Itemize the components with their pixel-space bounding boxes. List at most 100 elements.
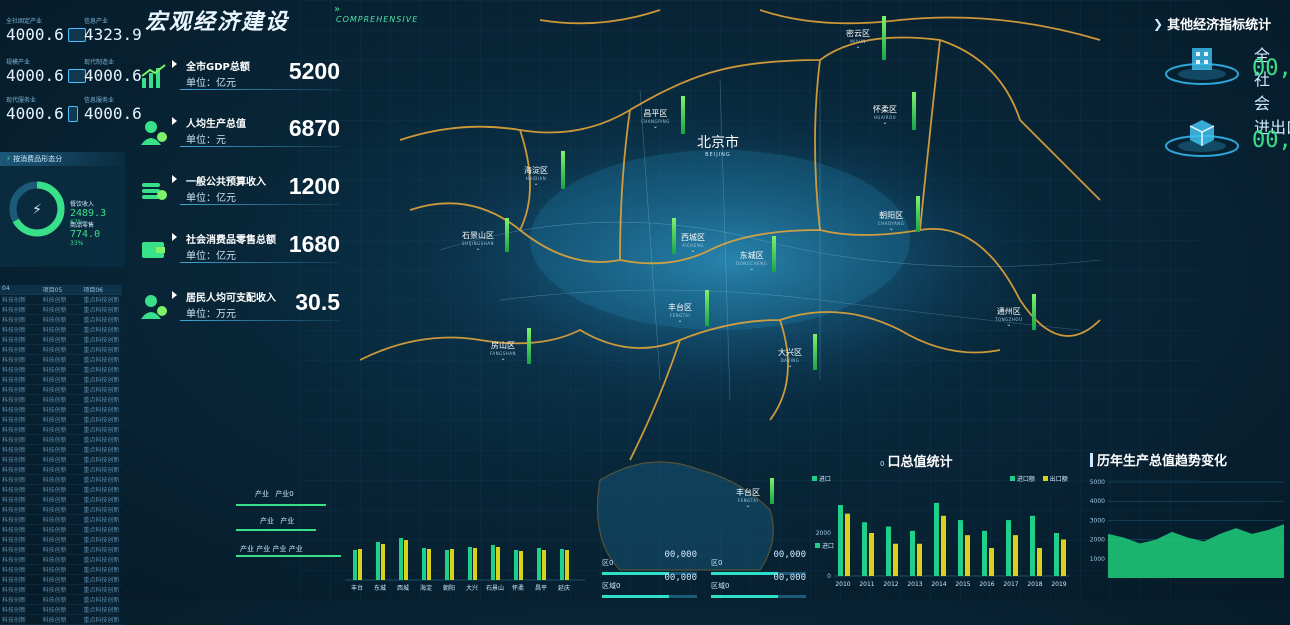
district-stat-2[interactable]: 区0 00,000: [711, 550, 806, 575]
district-daxing[interactable]: 大兴区 DAXING ⌄: [778, 347, 802, 369]
table-cell: 科技创新: [42, 307, 67, 314]
table-cell: 重点科技创新: [83, 577, 120, 584]
table-row[interactable]: 科技创新 科技创新 重点科技创新: [0, 495, 122, 505]
district-fengtai[interactable]: 丰台区 FENGTAI ⌄: [668, 302, 692, 324]
district-fangshan[interactable]: 房山区 FANGSHAN ⌄: [490, 340, 516, 362]
table-cell: 重点科技创新: [83, 367, 120, 374]
district-xicheng[interactable]: 西城区 XICHENG ⌄: [681, 232, 705, 254]
table-row[interactable]: 科技创新 科技创新 重点科技创新: [0, 315, 122, 325]
table-cell: 科技创新: [42, 587, 67, 594]
table-row[interactable]: 科技创新 科技创新 重点科技创新: [0, 415, 122, 425]
consumption-donut[interactable]: ⚡: [6, 178, 68, 240]
x-tick-label: 2018: [1027, 581, 1042, 588]
table-cell: 重点科技创新: [83, 427, 120, 434]
table-row[interactable]: 科技创新 科技创新 重点科技创新: [0, 605, 122, 615]
stat-tile-4[interactable]: 现代制造业 4000.6: [84, 57, 142, 85]
table-cell: 科技创新: [2, 337, 27, 344]
district-miyun[interactable]: 密云区 MIYUN ⌄: [846, 28, 870, 50]
table-row[interactable]: 科技创新 科技创新 重点科技创新: [0, 515, 122, 525]
stat-tile-2[interactable]: 信息产业 4323.9: [84, 16, 142, 44]
table-row[interactable]: 科技创新 科技创新 重点科技创新: [0, 535, 122, 545]
table-row[interactable]: 科技创新 科技创新 重点科技创新: [0, 345, 122, 355]
table-row[interactable]: 科技创新 科技创新 重点科技创新: [0, 455, 122, 465]
district-shijingshan[interactable]: 石景山区 SHIJINGSHAN ⌄: [462, 230, 494, 252]
table-row[interactable]: 科技创新 科技创新 重点科技创新: [0, 555, 122, 565]
gdp-trend-chart[interactable]: 1000 2000 3000 4000 5000: [1084, 474, 1288, 596]
kpi-name: 全市GDP总额: [186, 62, 250, 73]
table-row[interactable]: 科技创新 科技创新 重点科技创新: [0, 505, 122, 515]
table-cell: 科技创新: [42, 527, 67, 534]
table-cell: 科技创新: [2, 567, 27, 574]
table-cell: 重点科技创新: [83, 517, 120, 524]
table-row[interactable]: 科技创新 科技创新 重点科技创新: [0, 575, 122, 585]
stat-tile-label: 现代制造业: [84, 59, 115, 66]
district-tongzhou[interactable]: 通州区 TONGZHOU ⌄: [995, 306, 1023, 328]
stat-tile-value: 4000.6: [6, 25, 64, 44]
industry-label: 产业: [280, 517, 295, 525]
district-fengtai-mini[interactable]: 丰台区 FENGTAI ⌄: [736, 487, 760, 509]
district-name: 西城区: [681, 233, 705, 242]
table-row[interactable]: 科技创新 科技创新 重点科技创新: [0, 395, 122, 405]
table-row[interactable]: 科技创新 科技创新 重点科技创新: [0, 525, 122, 535]
table-cell: 科技创新: [42, 467, 67, 474]
table-row[interactable]: 科技创新 科技创新 重点科技创新: [0, 585, 122, 595]
indicator-social[interactable]: 全社会 00,: [1162, 40, 1290, 113]
table-cell: 科技创新: [2, 327, 27, 334]
trade-chart-title-prefix: 0: [880, 460, 885, 468]
table-row[interactable]: 科技创新 科技创新 重点科技创新: [0, 295, 122, 305]
table-row[interactable]: 科技创新 科技创新 重点科技创新: [0, 325, 122, 335]
table-row[interactable]: 科技创新 科技创新 重点科技创新: [0, 565, 122, 575]
district-chaoyang[interactable]: 朝阳区 CHAOYANG ⌄: [878, 210, 904, 232]
y-tick-label: 2000: [816, 530, 831, 537]
table-row[interactable]: 科技创新 科技创新 重点科技创新: [0, 405, 122, 415]
table-row[interactable]: 科技创新 科技创新 重点科技创新: [0, 545, 122, 555]
trade-bar-chart[interactable]: 2000 0 2010 2011 2012 2013 2014 2015 2016 2017 201…: [812, 484, 1074, 592]
table-row[interactable]: 科技创新 科技创新 重点科技创新: [0, 425, 122, 435]
project-table[interactable]: 04 项目05 项目06 科技创新 科技创新 重点科技创新 科技创新 科技创新 重点科技创…: [0, 285, 122, 625]
stat-tile-1[interactable]: 全社固定产业 4000.6: [6, 16, 86, 44]
district-stat-1[interactable]: 区0 00,000: [602, 550, 697, 575]
district-haidian[interactable]: 海淀区 HAIDIAN ⌄: [524, 165, 548, 187]
district-dongcheng[interactable]: 东城区 DONGCHENG ⌄: [736, 250, 767, 272]
box-icon: [1165, 120, 1239, 157]
tick-label: 东城: [374, 584, 386, 592]
table-row[interactable]: 科技创新 科技创新 重点科技创新: [0, 365, 122, 375]
kpi-retail-sales[interactable]: 社会消费品零售总额 单位：亿元 1680: [140, 231, 340, 275]
table-cell: 重点科技创新: [83, 307, 120, 314]
table-cell: 重点科技创新: [83, 397, 120, 404]
district-huairou[interactable]: 怀柔区 HUAIROU ⌄: [873, 104, 897, 126]
kpi-gdp[interactable]: 全市GDP总额 单位：亿元 5200: [140, 58, 340, 102]
stat-tile-6[interactable]: 信息服务业 4000.6: [84, 95, 142, 123]
table-row[interactable]: 科技创新 科技创新 重点科技创新: [0, 475, 122, 485]
table-row[interactable]: 科技创新 科技创新 重点科技创新: [0, 485, 122, 495]
table-row[interactable]: 科技创新 科技创新 重点科技创新: [0, 335, 122, 345]
stat-tile-label: 信息服务业: [84, 97, 115, 104]
stat-tile-3[interactable]: 规模产业 4000.6: [6, 57, 86, 85]
district-stat-label: 区0: [602, 559, 614, 567]
stat-tile-5[interactable]: 现代服务业 4000.6: [6, 95, 78, 123]
district-bar-chart[interactable]: 丰台 东城 西城 海淀 朝阳 大兴 石景山 怀柔 昌平 延庆: [345, 528, 585, 594]
table-cell: 科技创新: [2, 587, 27, 594]
kpi-budget-revenue[interactable]: 一般公共预算收入 单位：亿元 1200: [140, 173, 340, 217]
bar-import: [910, 530, 915, 576]
table-row[interactable]: 科技创新 科技创新 重点科技创新: [0, 385, 122, 395]
indicator-import-export[interactable]: 进出口额 00,: [1162, 112, 1290, 164]
district-stat-4[interactable]: 区域0 00,000: [711, 573, 806, 598]
right-panel-header: ❯ 其他经济指标统计: [1153, 14, 1271, 34]
table-row[interactable]: 科技创新 科技创新 重点科技创新: [0, 595, 122, 605]
kpi-per-capita-gdp[interactable]: 人均生产总值 单位：元 6870: [140, 115, 340, 159]
table-row[interactable]: 科技创新 科技创新 重点科技创新: [0, 435, 122, 445]
kpi-disposable-income[interactable]: 居民人均可支配收入 单位：万元 30.5: [140, 289, 340, 333]
district-changping[interactable]: 昌平区 CHANGPING ⌄: [641, 108, 670, 130]
table-row[interactable]: 科技创新 科技创新 重点科技创新: [0, 445, 122, 455]
table-row[interactable]: 科技创新 科技创新 重点科技创新: [0, 355, 122, 365]
table-row[interactable]: 科技创新 科技创新 重点科技创新: [0, 305, 122, 315]
table-row[interactable]: 科技创新 科技创新 重点科技创新: [0, 465, 122, 475]
district-stat-3[interactable]: 区域0 00,000: [602, 573, 697, 598]
phone-icon: [67, 105, 78, 122]
table-cell: 重点科技创新: [83, 327, 120, 334]
table-row[interactable]: 科技创新 科技创新 重点科技创新: [0, 615, 122, 625]
chevron-down-icon: ⌄: [475, 245, 481, 252]
kpi-name: 一般公共预算收入: [186, 177, 266, 188]
table-row[interactable]: 科技创新 科技创新 重点科技创新: [0, 375, 122, 385]
